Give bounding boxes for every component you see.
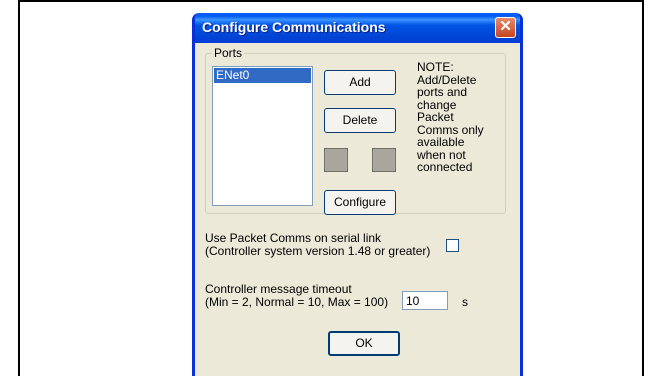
configure-button[interactable]: Configure bbox=[324, 190, 396, 215]
ports-list[interactable]: ENet0 bbox=[212, 66, 313, 206]
document-frame-left bbox=[18, 0, 20, 376]
dialog-title: Configure Communications bbox=[202, 19, 386, 35]
note-line: ports and bbox=[417, 85, 468, 99]
timeout-line2: (Min = 2, Normal = 10, Max = 100) bbox=[205, 295, 389, 309]
list-item[interactable]: ENet0 bbox=[214, 68, 311, 83]
document-frame-right bbox=[642, 0, 644, 376]
ports-group-label: Ports bbox=[212, 46, 245, 60]
note-line: Packet bbox=[417, 110, 454, 124]
configure-communications-dialog: Configure Communications ✕ Ports ENet0 A… bbox=[192, 13, 523, 376]
unlabeled-button-left[interactable] bbox=[324, 148, 348, 172]
timeout-unit: s bbox=[462, 295, 468, 309]
note-line: available bbox=[417, 135, 465, 149]
note-line: NOTE: bbox=[417, 60, 454, 74]
note-text: NOTE: Add/Delete ports and change Packet… bbox=[417, 61, 512, 174]
note-line: connected bbox=[417, 160, 473, 174]
ok-button[interactable]: OK bbox=[328, 331, 400, 356]
document-frame-top bbox=[18, 0, 644, 2]
delete-button[interactable]: Delete bbox=[324, 108, 396, 133]
timeout-input[interactable] bbox=[402, 291, 448, 310]
packet-comms-line2: (Controller system version 1.48 or great… bbox=[205, 244, 431, 258]
timeout-label: Controller message timeout (Min = 2, Nor… bbox=[205, 283, 388, 309]
close-icon[interactable]: ✕ bbox=[495, 17, 516, 38]
packet-comms-label: Use Packet Comms on serial link (Control… bbox=[205, 232, 430, 258]
title-bar: Configure Communications ✕ bbox=[195, 13, 520, 43]
unlabeled-button-right[interactable] bbox=[372, 148, 396, 172]
packet-comms-checkbox[interactable] bbox=[446, 239, 459, 252]
add-button[interactable]: Add bbox=[324, 70, 396, 95]
